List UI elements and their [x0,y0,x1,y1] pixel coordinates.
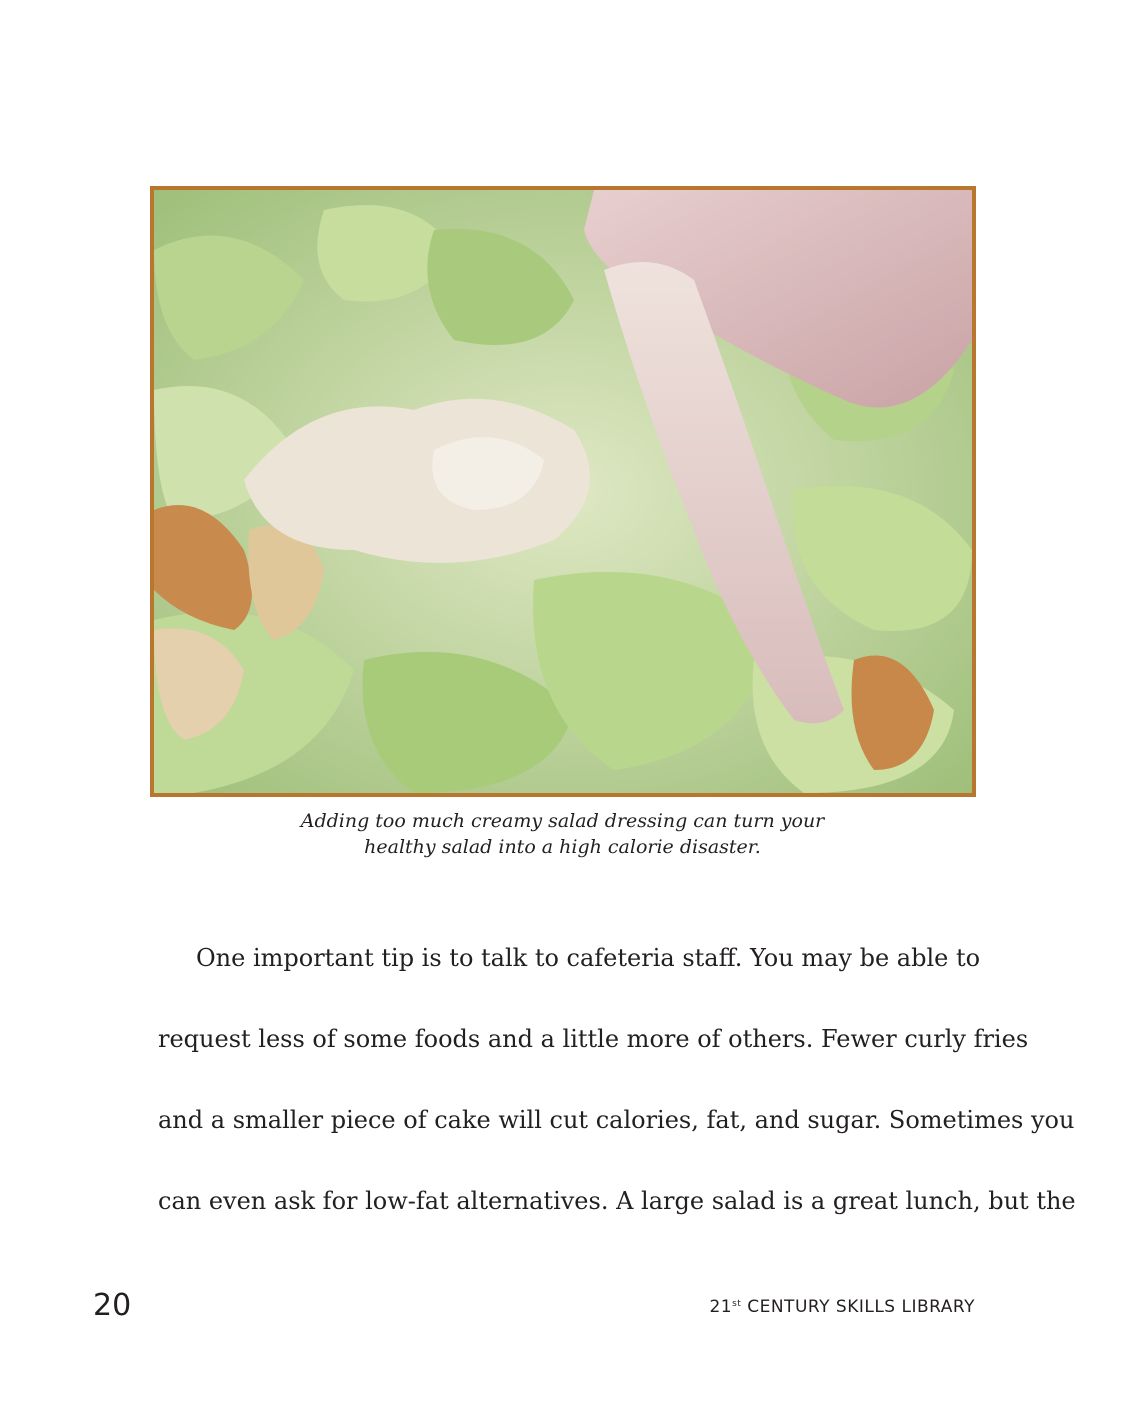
body-line: and a smaller piece of cake will cut cal… [158,1106,1075,1134]
series-title-rest: CENTURY SKILLS LIBRARY [741,1297,975,1317]
salad-photo [150,186,976,797]
salad-dressing-image [154,190,972,793]
body-line: request less of some foods and a little … [158,1025,1029,1053]
series-title-superscript: st [732,1299,742,1309]
page-number: 20 [93,1288,132,1323]
caption-line-2: healthy salad into a high calorie disast… [364,836,761,858]
series-title: 21st CENTURY SKILLS LIBRARY [709,1297,975,1317]
body-line: can even ask for low-fat alternatives. A… [158,1187,1076,1215]
series-title-prefix: 21 [709,1297,733,1317]
body-line: One important tip is to talk to cafeteri… [196,944,981,972]
caption-line-1: Adding too much creamy salad dressing ca… [300,810,825,832]
body-paragraph: One important tip is to talk to cafeteri… [158,918,1076,1242]
photo-caption: Adding too much creamy salad dressing ca… [200,808,925,860]
